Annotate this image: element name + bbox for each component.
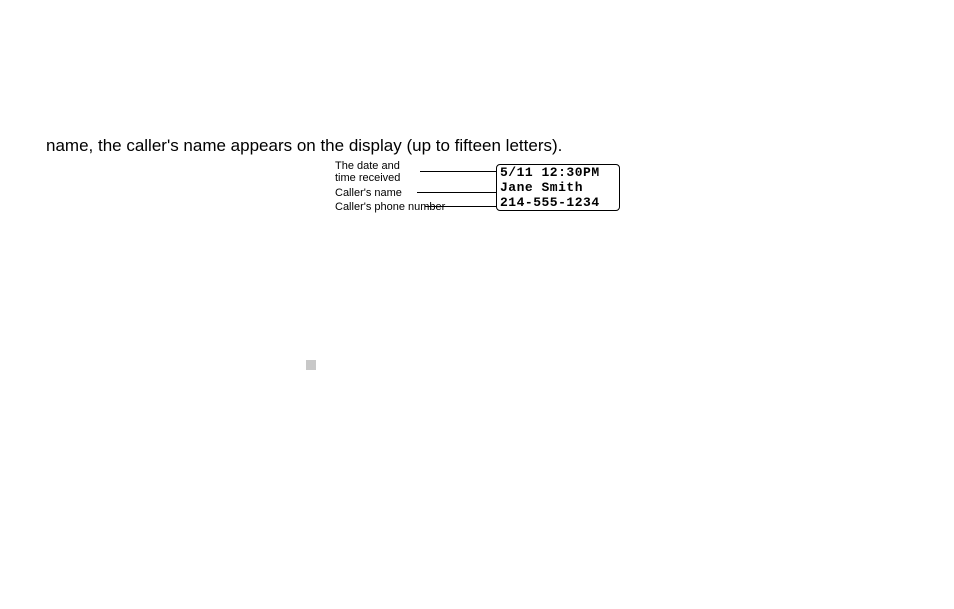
label-caller-name: Caller's name xyxy=(335,187,402,199)
label-caller-phone: Caller's phone number xyxy=(335,201,445,213)
connector-line xyxy=(420,171,496,172)
caller-id-diagram: The date and time received Caller's name… xyxy=(335,160,635,220)
decorative-square xyxy=(306,360,316,370)
label-datetime-line2: time received xyxy=(335,172,400,184)
label-datetime-line1: The date and xyxy=(335,160,400,172)
label-datetime: The date and time received xyxy=(335,160,400,184)
display-caller-name: Jane Smith xyxy=(500,180,616,195)
display-datetime: 5/11 12:30PM xyxy=(500,165,616,180)
display-caller-phone: 214-555-1234 xyxy=(500,195,616,210)
body-text: name, the caller's name appears on the d… xyxy=(46,136,562,156)
connector-line xyxy=(417,192,496,193)
lcd-display: 5/11 12:30PM Jane Smith 214-555-1234 xyxy=(496,164,620,211)
connector-line xyxy=(425,206,496,207)
